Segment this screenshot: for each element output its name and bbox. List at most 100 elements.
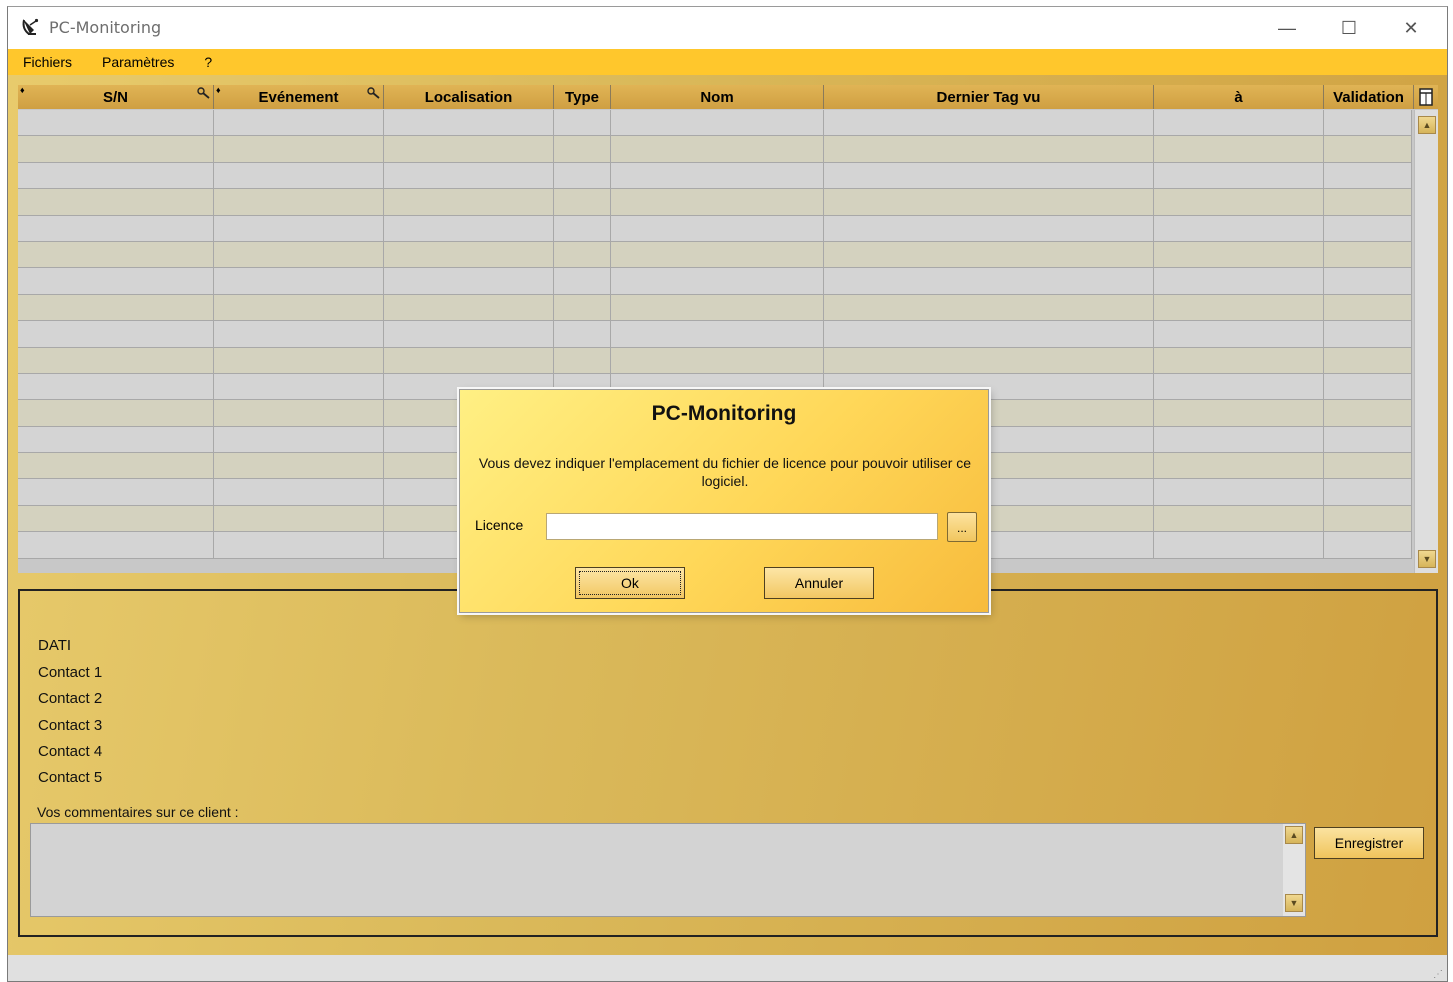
maximize-button[interactable]: ☐ [1318,7,1380,49]
table-cell[interactable] [824,189,1154,215]
table-cell[interactable] [18,189,214,215]
table-cell[interactable] [1154,294,1324,321]
table-cell[interactable] [1324,373,1412,400]
resize-grip-icon[interactable]: ⋰ [1433,969,1443,980]
table-cell[interactable] [824,110,1154,136]
table-cell[interactable] [214,347,384,373]
comment-scroll-up-button[interactable]: ▲ [1285,826,1303,844]
table-cell[interactable] [554,241,611,268]
table-cell[interactable] [1154,162,1324,189]
column-header-nom[interactable]: Nom [611,85,824,109]
table-cell[interactable] [18,294,214,321]
table-cell[interactable] [611,321,824,347]
close-button[interactable]: ✕ [1380,7,1442,49]
table-cell[interactable] [214,321,384,347]
table-cell[interactable] [554,294,611,321]
table-row[interactable] [18,241,1412,269]
table-cell[interactable] [214,268,384,294]
table-cell[interactable] [214,373,384,400]
table-cell[interactable] [18,268,214,294]
table-cell[interactable] [1154,241,1324,268]
save-button[interactable]: Enregistrer [1314,827,1424,859]
table-cell[interactable] [1154,321,1324,347]
table-cell[interactable] [1324,400,1412,426]
column-header-sn[interactable]: ♦ S/N [18,85,214,109]
table-row[interactable] [18,268,1412,295]
table-cell[interactable] [824,162,1154,189]
table-cell[interactable] [611,162,824,189]
grid-vertical-scrollbar[interactable]: ▲ ▼ [1414,110,1438,573]
table-cell[interactable] [384,162,554,189]
table-cell[interactable] [611,110,824,136]
table-cell[interactable] [18,400,214,426]
table-cell[interactable] [18,505,214,532]
table-cell[interactable] [384,347,554,373]
table-cell[interactable] [214,215,384,241]
table-cell[interactable] [554,268,611,294]
table-cell[interactable] [1154,453,1324,479]
table-cell[interactable] [18,162,214,189]
table-cell[interactable] [1324,136,1412,162]
table-cell[interactable] [611,241,824,268]
table-cell[interactable] [1324,532,1412,558]
scroll-down-button[interactable]: ▼ [1418,550,1436,568]
filter-icon[interactable] [367,87,381,102]
table-cell[interactable] [1324,479,1412,505]
table-cell[interactable] [1324,268,1412,294]
table-cell[interactable] [1324,162,1412,189]
comment-scrollbar[interactable]: ▲ ▼ [1283,824,1305,916]
table-cell[interactable] [18,347,214,373]
table-cell[interactable] [384,215,554,241]
table-cell[interactable] [1154,532,1324,558]
comment-scroll-down-button[interactable]: ▼ [1285,894,1303,912]
table-cell[interactable] [1154,268,1324,294]
table-row[interactable] [18,215,1412,242]
table-cell[interactable] [18,241,214,268]
table-cell[interactable] [214,162,384,189]
table-cell[interactable] [18,479,214,505]
ok-button[interactable]: Ok [575,567,685,599]
column-header-evenement[interactable]: ♦ Evénement [214,85,384,109]
minimize-button[interactable]: — [1256,7,1318,49]
table-cell[interactable] [824,321,1154,347]
table-cell[interactable] [1154,479,1324,505]
table-cell[interactable] [214,479,384,505]
table-cell[interactable] [1154,373,1324,400]
table-cell[interactable] [214,453,384,479]
table-cell[interactable] [18,136,214,162]
table-cell[interactable] [611,347,824,373]
table-cell[interactable] [214,505,384,532]
table-cell[interactable] [1324,347,1412,373]
table-cell[interactable] [384,294,554,321]
licence-path-input[interactable] [546,513,938,540]
table-cell[interactable] [1324,426,1412,453]
table-cell[interactable] [1154,189,1324,215]
table-cell[interactable] [384,321,554,347]
table-cell[interactable] [214,189,384,215]
table-row[interactable] [18,136,1412,163]
table-cell[interactable] [554,162,611,189]
table-cell[interactable] [1154,136,1324,162]
table-cell[interactable] [1324,215,1412,241]
table-cell[interactable] [1324,453,1412,479]
column-header-dernier-tag[interactable]: Dernier Tag vu [824,85,1154,109]
column-header-type[interactable]: Type [554,85,611,109]
table-cell[interactable] [554,321,611,347]
table-cell[interactable] [554,215,611,241]
table-cell[interactable] [611,136,824,162]
table-cell[interactable] [18,110,214,136]
table-cell[interactable] [554,347,611,373]
table-cell[interactable] [384,189,554,215]
table-cell[interactable] [214,136,384,162]
table-cell[interactable] [1324,294,1412,321]
table-cell[interactable] [824,136,1154,162]
table-cell[interactable] [18,321,214,347]
table-cell[interactable] [214,241,384,268]
scroll-up-button[interactable]: ▲ [1418,116,1436,134]
table-row[interactable] [18,162,1412,190]
table-cell[interactable] [1154,426,1324,453]
table-cell[interactable] [214,532,384,558]
table-cell[interactable] [18,453,214,479]
table-cell[interactable] [1324,189,1412,215]
column-header-a[interactable]: à [1154,85,1324,109]
